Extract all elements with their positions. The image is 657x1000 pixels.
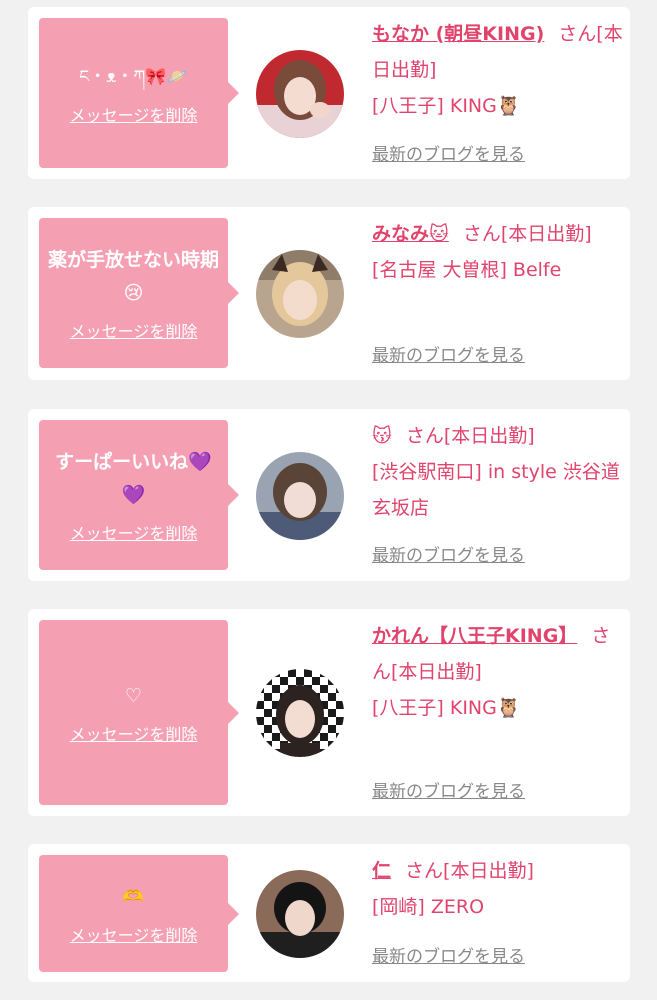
latest-blog-link[interactable]: 最新のブログを見る xyxy=(372,942,525,967)
message-card: 薬が手放せない時期😢 メッセージを削除 みなみ🐱 さん[本日出勤] [名古屋 大曽… xyxy=(28,207,630,380)
delete-message-link[interactable]: メッセージを削除 xyxy=(70,721,198,745)
message-text: 🫶 xyxy=(122,887,145,907)
message-card: すーぱーいいね💜💜 メッセージを削除 😽 さん[本日出勤] [渋谷駅南口] in … xyxy=(28,409,630,581)
shop-name: [八王子] KING🦉 xyxy=(372,95,521,117)
message-bubble: 薬が手放せない時期😢 メッセージを削除 xyxy=(39,218,239,368)
shop-name: [岡崎] ZERO xyxy=(372,896,485,918)
cast-info: みなみ🐱 さん[本日出勤] [名古屋 大曽根] Belfe xyxy=(372,216,624,288)
cast-name-link[interactable]: もなか (朝昼KING) xyxy=(372,23,544,45)
avatar[interactable] xyxy=(256,452,344,540)
delete-message-link[interactable]: メッセージを削除 xyxy=(70,102,198,126)
shop-name: [渋谷駅南口] in style 渋谷道玄坂店 xyxy=(372,461,620,519)
latest-blog-link[interactable]: 最新のブログを見る xyxy=(372,140,525,165)
shop-name: [八王子] KING🦉 xyxy=(372,697,521,719)
delete-message-link[interactable]: メッセージを削除 xyxy=(70,520,198,544)
cast-name-link[interactable]: かれん【八王子KING】 xyxy=(372,625,577,647)
attendance-status: [本日出勤] xyxy=(500,223,592,245)
delete-message-link[interactable]: メッセージを削除 xyxy=(70,922,198,946)
latest-blog-link[interactable]: 最新のブログを見る xyxy=(372,341,525,366)
shop-name: [名古屋 大曽根] Belfe xyxy=(372,259,562,281)
cast-name-link[interactable]: 仁 xyxy=(372,860,391,882)
honorific: さん xyxy=(405,860,444,882)
avatar[interactable] xyxy=(256,669,344,757)
honorific: さん xyxy=(405,425,444,447)
avatar[interactable] xyxy=(256,870,344,958)
attendance-status: [本日出勤] xyxy=(443,425,535,447)
cast-info: かれん【八王子KING】 さん[本日出勤] [八王子] KING🦉 xyxy=(372,618,624,726)
message-text: ང・ᴥ・ཀ🎀🪐 xyxy=(79,66,188,87)
message-text: 薬が手放せない時期😢 xyxy=(47,249,219,304)
message-bubble: 🫶 メッセージを削除 xyxy=(39,855,239,972)
attendance-status: [本日出勤] xyxy=(443,860,534,882)
message-text: ♡ xyxy=(124,685,143,707)
avatar[interactable] xyxy=(256,250,344,338)
attendance-status: [本日出勤] xyxy=(391,661,482,683)
delete-message-link[interactable]: メッセージを削除 xyxy=(70,318,198,342)
latest-blog-link[interactable]: 最新のブログを見る xyxy=(372,541,525,566)
message-card: 🫶 メッセージを削除 仁さん[本日出勤] [岡崎] ZERO 最新のブログを見る xyxy=(28,844,630,982)
message-bubble: ང・ᴥ・ཀ🎀🪐 メッセージを削除 xyxy=(39,18,239,168)
cast-name-link[interactable]: 😽 xyxy=(372,425,392,447)
avatar[interactable] xyxy=(256,50,344,138)
cast-info: 😽 さん[本日出勤] [渋谷駅南口] in style 渋谷道玄坂店 xyxy=(372,418,624,526)
message-card: ང・ᴥ・ཀ🎀🪐 メッセージを削除 もなか (朝昼KING) さん[本日出勤] [八… xyxy=(28,7,630,179)
cast-info: 仁さん[本日出勤] [岡崎] ZERO xyxy=(372,853,624,925)
message-card: ♡ メッセージを削除 かれん【八王子KING】 さん[本日出勤] [八王子] KI… xyxy=(28,609,630,816)
message-text: すーぱーいいね💜💜 xyxy=(55,451,212,506)
message-bubble: すーぱーいいね💜💜 メッセージを削除 xyxy=(39,420,239,570)
honorific: さん xyxy=(462,223,501,245)
cast-info: もなか (朝昼KING) さん[本日出勤] [八王子] KING🦉 xyxy=(372,16,624,124)
message-bubble: ♡ メッセージを削除 xyxy=(39,620,239,805)
cast-name-link[interactable]: みなみ🐱 xyxy=(372,223,449,245)
latest-blog-link[interactable]: 最新のブログを見る xyxy=(372,777,525,802)
honorific: さん xyxy=(558,23,597,45)
